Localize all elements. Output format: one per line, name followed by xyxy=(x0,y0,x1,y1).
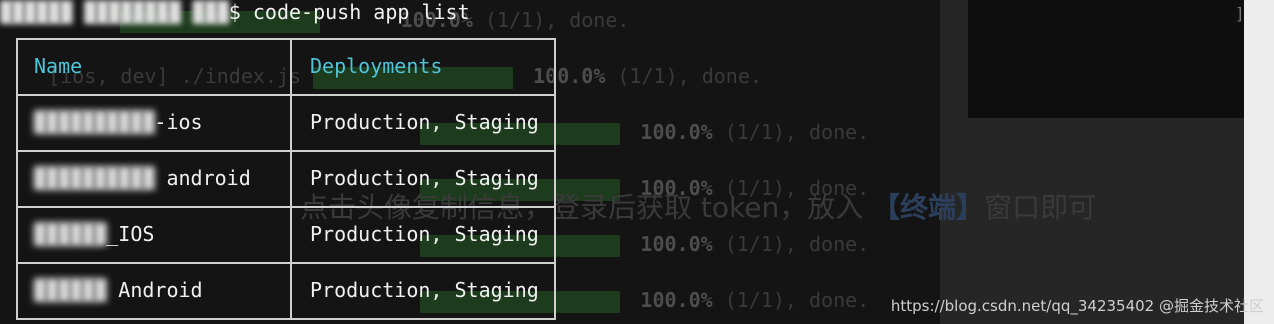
table-row-divider xyxy=(16,150,556,152)
table-border-left xyxy=(16,38,18,320)
table-row-deployments: Production, Staging xyxy=(310,278,539,302)
scrollbar-marker: ] xyxy=(1235,4,1245,23)
table-row-name: ██████_IOS xyxy=(34,222,155,246)
table-border-bottom xyxy=(16,318,556,320)
table-row-deployments: Production, Staging xyxy=(310,166,539,190)
table-border-right xyxy=(554,38,556,320)
table-row-divider xyxy=(16,262,556,264)
column-header-deployments: Deployments xyxy=(310,54,443,78)
table-row-name: ██████ Android xyxy=(34,278,203,302)
scrollbar-track[interactable] xyxy=(1244,0,1274,324)
table-row-name: ██████████ android xyxy=(34,166,251,190)
redacted-host: ██████ ████████ ███ xyxy=(0,0,229,24)
command-prompt: ██████ ████████ ███$ code-push app list xyxy=(0,0,470,24)
command-text: code-push app list xyxy=(252,0,470,24)
code-block-background xyxy=(968,0,1244,118)
table-border-top xyxy=(16,38,556,40)
redacted-app-name: ██████ xyxy=(34,222,107,246)
table-row-deployments: Production, Staging xyxy=(310,110,539,134)
redacted-app-name: ██████ xyxy=(34,278,107,302)
table-header-divider xyxy=(16,94,556,96)
redacted-app-name: ██████████ xyxy=(34,110,155,134)
redacted-app-name: ██████████ xyxy=(34,166,155,190)
table-row-divider xyxy=(16,206,556,208)
column-header-name: Name xyxy=(34,54,83,78)
app-list-table: Name Deployments ██████████-ios Producti… xyxy=(16,38,556,320)
prompt-symbol: $ xyxy=(228,0,241,24)
table-column-divider xyxy=(290,38,292,320)
table-row-name: ██████████-ios xyxy=(34,110,203,134)
table-row-deployments: Production, Staging xyxy=(310,222,539,246)
watermark: https://blog.csdn.net/qq_34235402 @掘金技术社… xyxy=(890,297,1264,315)
